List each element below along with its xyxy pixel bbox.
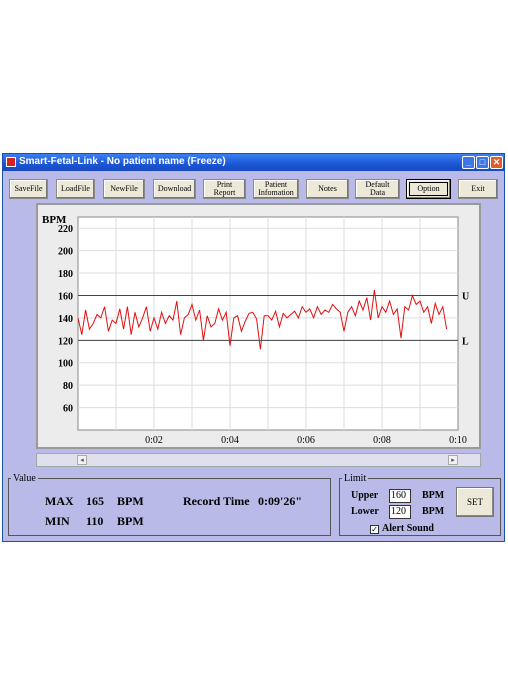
maximize-icon[interactable]: □ — [476, 156, 489, 169]
option-button[interactable]: Option — [406, 179, 451, 199]
upper-unit: BPM — [422, 490, 445, 501]
chart-scrollbar[interactable]: ◂ ▸ — [36, 453, 481, 467]
record-time-value: 0:09'26" — [258, 494, 302, 508]
loadfile-button[interactable]: LoadFile — [56, 179, 95, 199]
download-button[interactable]: Download — [153, 179, 196, 199]
lower-unit: BPM — [422, 506, 445, 517]
alert-sound-label: Alert Sound — [382, 523, 434, 534]
fhr-chart: 60 80 100 120 140 160 180 200 220 0:02 0:04 0:06 0:0… — [36, 203, 481, 449]
min-unit: BPM — [117, 514, 144, 528]
y-axis-label: BPM — [42, 214, 67, 226]
notes-button[interactable]: Notes — [306, 179, 349, 199]
close-icon[interactable]: ✕ — [490, 156, 503, 169]
chart-canvas: 60801001201401601802002200:02 0:04 0:06 0:0… — [42, 214, 469, 446]
alert-sound-checkbox[interactable]: ✓ — [370, 525, 379, 534]
y-tick-label: 180 — [58, 269, 73, 280]
y-tick-label: 120 — [58, 336, 73, 347]
upper-label: Upper — [351, 490, 379, 501]
x-tick-label: 0:08 — [373, 435, 391, 446]
y-tick-label: 80 — [63, 381, 73, 392]
y-tick-label: 160 — [58, 291, 73, 302]
value-panel-legend: Value — [13, 473, 36, 484]
lower-limit-label: L — [462, 336, 469, 347]
min-label: MIN — [45, 514, 70, 528]
checkmark-icon: ✓ — [371, 525, 378, 534]
x-tick-label: 0:10 — [449, 435, 467, 446]
title-bar[interactable]: Smart-Fetal-Link - No patient name (Free… — [3, 154, 504, 171]
lower-label: Lower — [351, 506, 379, 517]
newfile-button[interactable]: NewFile — [103, 179, 145, 199]
max-value: 165 — [86, 494, 104, 508]
x-tick-label: 0:04 — [221, 435, 239, 446]
scroll-left-icon[interactable]: ◂ — [77, 455, 87, 465]
patient-information-button[interactable]: Patient Infomation — [253, 179, 299, 199]
y-tick-label: 60 — [63, 404, 73, 415]
x-tick-label: 0:06 — [297, 435, 315, 446]
scroll-right-icon[interactable]: ▸ — [448, 455, 458, 465]
min-value: 110 — [86, 514, 104, 528]
set-button[interactable]: SET — [456, 487, 494, 517]
y-tick-label: 140 — [58, 314, 73, 325]
lower-limit-input[interactable]: 120 — [389, 505, 411, 519]
x-tick-label: 0:02 — [145, 435, 163, 446]
window-title: Smart-Fetal-Link - No patient name (Free… — [19, 156, 226, 167]
app-icon — [6, 157, 16, 167]
limit-panel-legend: Limit — [344, 473, 367, 484]
default-data-button[interactable]: Default Data — [355, 179, 400, 199]
savefile-button[interactable]: SaveFile — [9, 179, 48, 199]
max-unit: BPM — [117, 494, 144, 508]
exit-button[interactable]: Exit — [458, 179, 498, 199]
y-tick-label: 100 — [58, 359, 73, 370]
main-window: Smart-Fetal-Link - No patient name (Free… — [2, 153, 505, 542]
minimize-icon[interactable]: _ — [462, 156, 475, 169]
print-report-button[interactable]: Print Report — [203, 179, 246, 199]
y-tick-label: 200 — [58, 247, 73, 258]
upper-limit-label: U — [462, 291, 469, 302]
record-time-label: Record Time — [183, 494, 250, 508]
max-label: MAX — [45, 494, 74, 508]
upper-limit-input[interactable]: 160 — [389, 489, 411, 503]
